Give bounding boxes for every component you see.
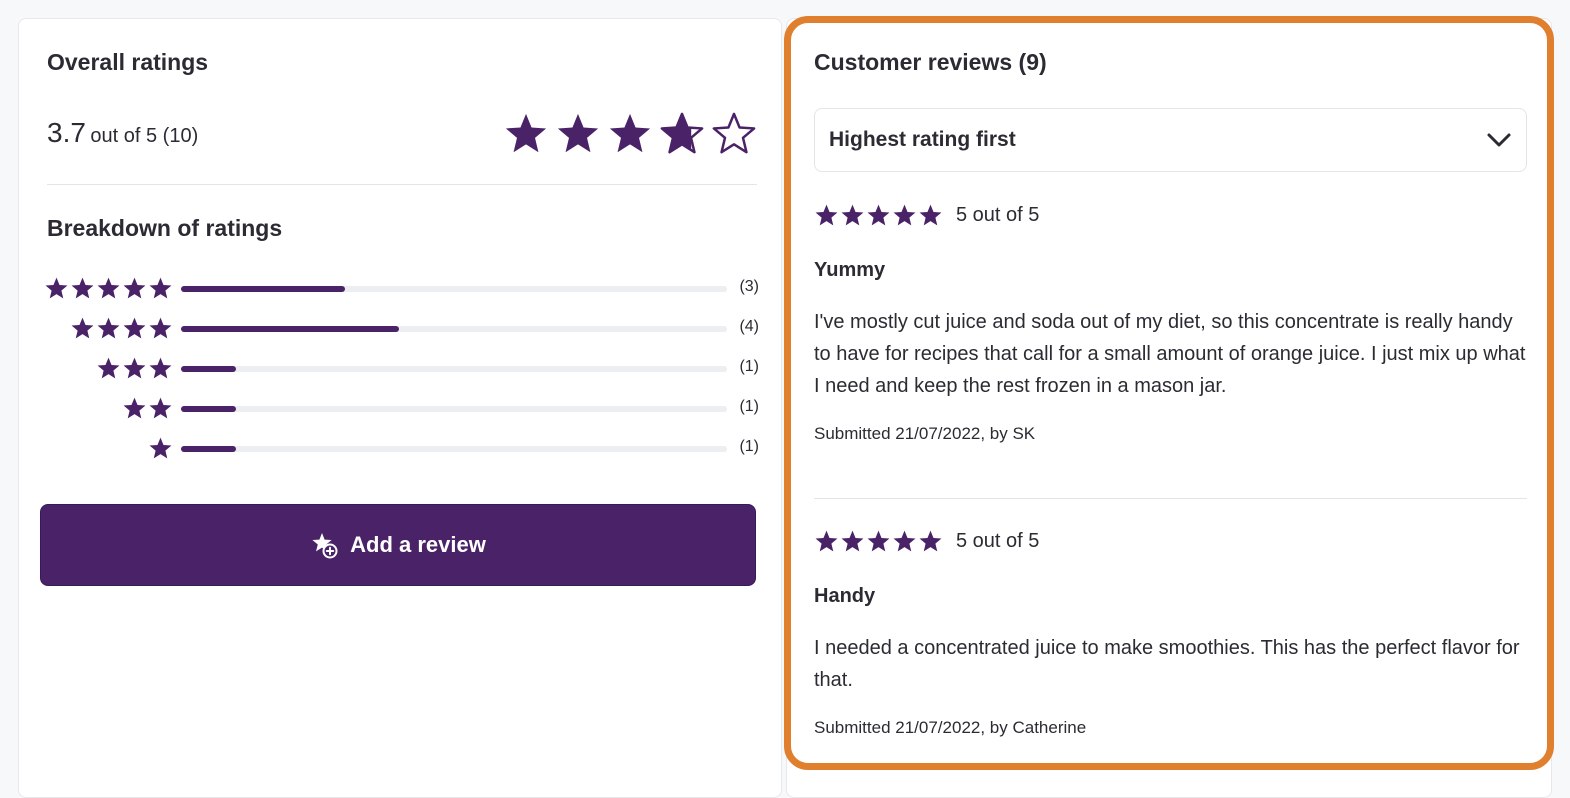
ratings-breakdown: (3) (4) (1) (1) (1) — [44, 275, 759, 475]
review-body: I needed a concentrated juice to make sm… — [814, 637, 1520, 691]
overall-ratings-panel: Overall ratings 3.7 out of 5 (10) Breakd… — [18, 18, 782, 798]
sort-select-value: Highest rating first — [829, 128, 1016, 151]
overall-rating-out-of: out of 5 (10) — [90, 125, 199, 147]
overall-ratings-title: Overall ratings — [47, 49, 209, 75]
star-filled-icon — [557, 113, 599, 153]
star-filled-icon — [123, 277, 146, 299]
star-filled-icon — [609, 113, 651, 153]
star-empty-icon — [712, 112, 756, 154]
breakdown-row-1-stars: (1) — [47, 435, 759, 475]
sort-select[interactable]: Highest rating first — [814, 108, 1527, 172]
review-divider — [814, 498, 1527, 499]
add-review-label: Add a review — [350, 532, 486, 557]
star-filled-icon — [893, 530, 916, 551]
review-score: 5 out of 5 — [956, 529, 1040, 552]
breakdown-count: (4) — [739, 318, 759, 335]
review-item: 5 out of 5 Handy I needed a concentrated… — [814, 527, 1527, 738]
customer-reviews-panel: Customer reviews (9) Highest rating firs… — [786, 18, 1552, 798]
breakdown-bar-track — [181, 286, 727, 292]
review-star-rating — [814, 203, 943, 228]
star-filled-icon — [149, 357, 172, 379]
divider — [47, 184, 757, 185]
breakdown-count: (1) — [739, 398, 759, 415]
breakdown-star-rating — [44, 276, 173, 301]
review-meta: Submitted 21/07/2022, by Catherine — [814, 718, 1087, 737]
star-filled-icon — [123, 317, 146, 339]
star-filled-icon — [149, 437, 172, 459]
star-filled-icon — [867, 204, 890, 225]
star-filled-icon — [815, 204, 838, 225]
review-star-rating — [814, 529, 943, 554]
star-filled-icon — [893, 204, 916, 225]
chevron-down-icon — [1486, 129, 1512, 151]
customer-reviews-title: Customer reviews (9) — [814, 49, 1047, 75]
breakdown-count: (3) — [739, 278, 759, 295]
review-score: 5 out of 5 — [956, 203, 1040, 226]
star-filled-icon — [505, 113, 547, 153]
breakdown-row-4-stars: (4) — [47, 315, 759, 355]
breakdown-row-2-stars: (1) — [47, 395, 759, 435]
star-filled-icon — [123, 357, 146, 379]
star-filled-icon — [45, 277, 68, 299]
review-item: 5 out of 5 Yummy I've mostly cut juice a… — [814, 201, 1527, 444]
star-filled-icon — [123, 397, 146, 419]
star-partial-icon — [660, 112, 704, 154]
add-review-button[interactable]: Add a review — [40, 504, 756, 586]
star-filled-icon — [71, 317, 94, 339]
breakdown-bar-fill — [181, 286, 345, 292]
star-filled-icon — [815, 530, 838, 551]
star-filled-icon — [149, 317, 172, 339]
star-filled-icon — [149, 277, 172, 299]
breakdown-bar-track — [181, 366, 727, 372]
star-filled-icon — [97, 277, 120, 299]
breakdown-star-rating — [70, 316, 173, 341]
breakdown-star-rating — [122, 396, 173, 421]
breakdown-star-rating — [96, 356, 173, 381]
star-plus-icon — [310, 531, 338, 559]
review-body: I've mostly cut juice and soda out of my… — [814, 311, 1526, 397]
breakdown-bar-fill — [181, 406, 236, 412]
breakdown-title: Breakdown of ratings — [47, 215, 283, 241]
overall-rating-value: 3.7 — [47, 117, 86, 148]
star-filled-icon — [841, 204, 864, 225]
review-title: Yummy — [814, 259, 886, 281]
breakdown-bar-track — [181, 406, 727, 412]
breakdown-row-5-stars: (3) — [44, 275, 759, 315]
star-filled-icon — [867, 530, 890, 551]
breakdown-bar-fill — [181, 446, 236, 452]
star-filled-icon — [919, 530, 942, 551]
star-filled-icon — [97, 317, 120, 339]
breakdown-row-3-stars: (1) — [47, 355, 759, 395]
star-filled-icon — [841, 530, 864, 551]
star-filled-icon — [149, 397, 172, 419]
breakdown-bar-track — [181, 326, 727, 332]
breakdown-bar-fill — [181, 326, 400, 332]
review-meta: Submitted 21/07/2022, by SK — [814, 424, 1036, 443]
breakdown-count: (1) — [739, 438, 759, 455]
review-title: Handy — [814, 585, 876, 607]
star-filled-icon — [919, 204, 942, 225]
star-filled-icon — [97, 357, 120, 379]
overall-rating-summary: 3.7 out of 5 (10) — [47, 117, 198, 149]
star-filled-icon — [71, 277, 94, 299]
breakdown-star-rating — [148, 436, 173, 461]
breakdown-count: (1) — [739, 358, 759, 375]
breakdown-bar-fill — [181, 366, 236, 372]
overall-star-rating — [503, 111, 757, 157]
breakdown-bar-track — [181, 446, 727, 452]
